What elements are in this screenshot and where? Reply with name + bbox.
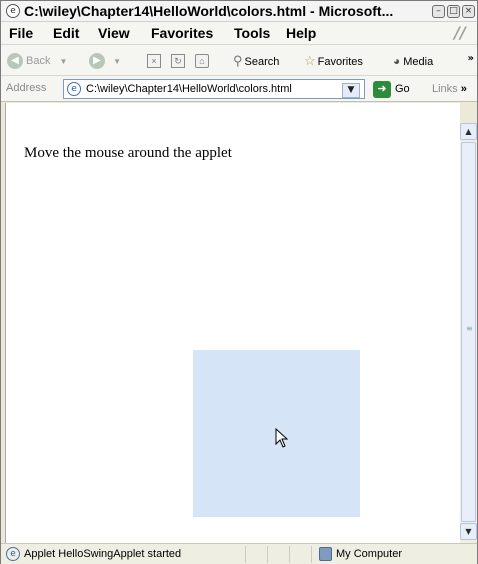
address-bar: Address e C:\wiley\Chapter14\HelloWorld\… xyxy=(1,76,477,102)
computer-icon xyxy=(319,547,332,561)
go-label: Go xyxy=(395,83,410,95)
chevron-up-icon: ▲ xyxy=(465,127,472,136)
status-pane xyxy=(267,546,289,563)
minimize-button[interactable]: – xyxy=(432,5,445,18)
star-icon: ☆ xyxy=(304,53,316,68)
stop-button[interactable]: × xyxy=(147,51,161,71)
chevron-down-icon: ▼ xyxy=(347,85,355,95)
ie-page-icon: e xyxy=(67,82,81,96)
back-dropdown-icon[interactable]: ▼ xyxy=(60,57,68,66)
back-arrow-icon: ◀ xyxy=(7,53,23,70)
address-dropdown-button[interactable]: ▼ xyxy=(342,83,360,98)
standard-toolbar: ◀ Back ▼ ▶ ▼ × ↻ ⌂ ⚲ Search ☆ Favorites ◕ Me… xyxy=(1,45,477,76)
browser-window: e C:\wiley\Chapter14\HelloWorld\colors.h… xyxy=(0,0,478,564)
links-label: Links xyxy=(432,83,458,95)
status-bar: e Applet HelloSwingApplet started My Com… xyxy=(1,543,477,564)
scroll-grip-icon: ≡ xyxy=(466,324,473,333)
ie-page-icon: e xyxy=(6,547,20,561)
back-button[interactable]: ◀ Back ▼ xyxy=(7,51,67,71)
menu-tools[interactable]: Tools xyxy=(234,25,270,41)
status-text: Applet HelloSwingApplet started xyxy=(24,548,182,560)
home-button[interactable]: ⌂ xyxy=(195,51,209,71)
address-input[interactable]: e C:\wiley\Chapter14\HelloWorld\colors.h… xyxy=(63,79,365,99)
scroll-thumb[interactable]: ≡ xyxy=(461,142,476,522)
status-pane xyxy=(289,546,311,563)
search-label: Search xyxy=(244,56,280,68)
media-label: Media xyxy=(403,56,434,68)
forward-dropdown-icon[interactable]: ▼ xyxy=(113,57,121,66)
status-pane xyxy=(245,546,267,563)
menu-view[interactable]: View xyxy=(98,25,130,41)
page-content: Move the mouse around the applet xyxy=(5,103,460,543)
mouse-pointer-icon xyxy=(275,428,289,448)
vertical-scrollbar[interactable]: ▲ ≡ ▼ xyxy=(460,123,477,543)
search-button[interactable]: ⚲ Search xyxy=(233,51,279,71)
windows-logo-icon: // xyxy=(454,23,466,42)
links-overflow-icon: » xyxy=(460,83,467,95)
toolbar-overflow-icon[interactable]: » xyxy=(468,53,474,64)
search-icon: ⚲ xyxy=(233,53,243,68)
title-bar: e C:\wiley\Chapter14\HelloWorld\colors.h… xyxy=(1,1,477,22)
window-title: C:\wiley\Chapter14\HelloWorld\colors.htm… xyxy=(24,3,394,19)
close-button[interactable]: × xyxy=(462,5,475,18)
refresh-icon: ↻ xyxy=(171,54,185,69)
favorites-label: Favorites xyxy=(317,56,363,68)
menu-bar: File Edit View Favorites Tools Help // xyxy=(1,22,477,45)
media-icon: ◕ xyxy=(393,54,401,68)
scroll-down-button[interactable]: ▼ xyxy=(460,523,477,540)
back-label: Back xyxy=(26,55,51,67)
address-text[interactable]: C:\wiley\Chapter14\HelloWorld\colors.htm… xyxy=(86,83,292,95)
scroll-up-button[interactable]: ▲ xyxy=(460,123,477,140)
maximize-icon: □ xyxy=(449,6,458,16)
minimize-icon: – xyxy=(436,6,441,16)
menu-favorites[interactable]: Favorites xyxy=(151,25,213,41)
swing-applet[interactable] xyxy=(193,350,360,517)
go-button[interactable]: ➜ Go xyxy=(373,80,410,98)
menu-help[interactable]: Help xyxy=(286,25,316,41)
stop-icon: × xyxy=(147,54,161,69)
close-icon: × xyxy=(464,6,473,16)
favorites-button[interactable]: ☆ Favorites xyxy=(304,51,363,71)
menu-file[interactable]: File xyxy=(9,25,33,41)
instruction-text: Move the mouse around the applet xyxy=(24,145,232,161)
home-icon: ⌂ xyxy=(195,54,209,69)
forward-arrow-icon: ▶ xyxy=(89,53,105,70)
links-button[interactable]: Links » xyxy=(432,83,467,95)
address-label: Address xyxy=(6,82,47,94)
maximize-button[interactable]: □ xyxy=(447,5,460,18)
menu-edit[interactable]: Edit xyxy=(53,25,79,41)
ie-page-icon: e xyxy=(6,4,20,18)
media-button[interactable]: ◕ Media xyxy=(393,51,433,71)
zone-text: My Computer xyxy=(336,548,403,560)
refresh-button[interactable]: ↻ xyxy=(171,51,185,71)
chevron-down-icon: ▼ xyxy=(465,527,472,536)
go-arrow-icon: ➜ xyxy=(373,80,391,98)
forward-button[interactable]: ▶ ▼ xyxy=(89,51,121,71)
